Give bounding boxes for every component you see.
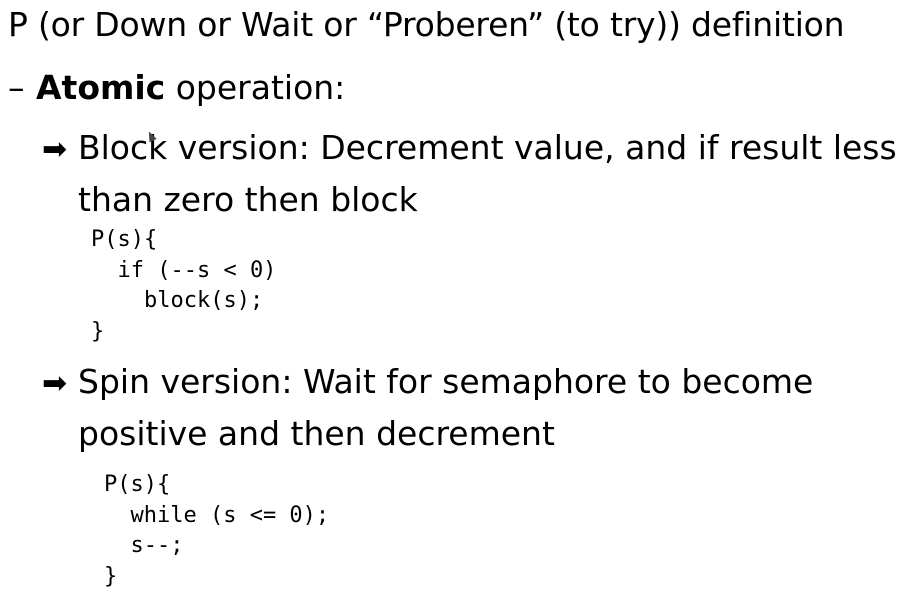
arrow-bullet-icon: ➡ [42,366,68,401]
dash-bullet: – [8,68,25,107]
code-line: P(s){ [91,227,158,252]
code-line: P(s){ [104,472,171,497]
code-line: s--; [104,533,184,558]
block-version-bullet: ➡ Block version: Decrement value, and if … [42,123,897,225]
code-line: block(s); [91,288,264,313]
code-line: } [104,563,118,589]
code-line: if (--s < 0) [91,257,277,283]
arrow-bullet-icon: ➡ [42,132,68,167]
bullet-atomic-operation: – Atomic operation: [8,68,345,108]
block-version-line1: Block version: Decrement value, and if r… [78,128,897,167]
spin-version-code: P(s){ while (s <= 0); s--;} [104,470,329,591]
slide-title: P (or Down or Wait or “Proberen” (to try… [8,5,845,44]
code-line: while (s <= 0); [104,502,330,528]
spin-version-line2: positive and then decrement [78,414,555,453]
spin-version-line1: Spin version: Wait for semaphore to beco… [78,362,814,401]
block-version-code: P(s){ if (--s < 0) block(s);} [91,225,276,347]
spin-version-bullet: ➡ Spin version: Wait for semaphore to bec… [42,357,892,459]
bullet-text: operation: [165,68,346,107]
slide: P (or Down or Wait or “Proberen” (to try… [0,0,904,591]
block-version-line2: than zero then block [78,180,418,219]
code-line: } [91,318,105,344]
bullet-bold-term: Atomic [36,68,166,107]
